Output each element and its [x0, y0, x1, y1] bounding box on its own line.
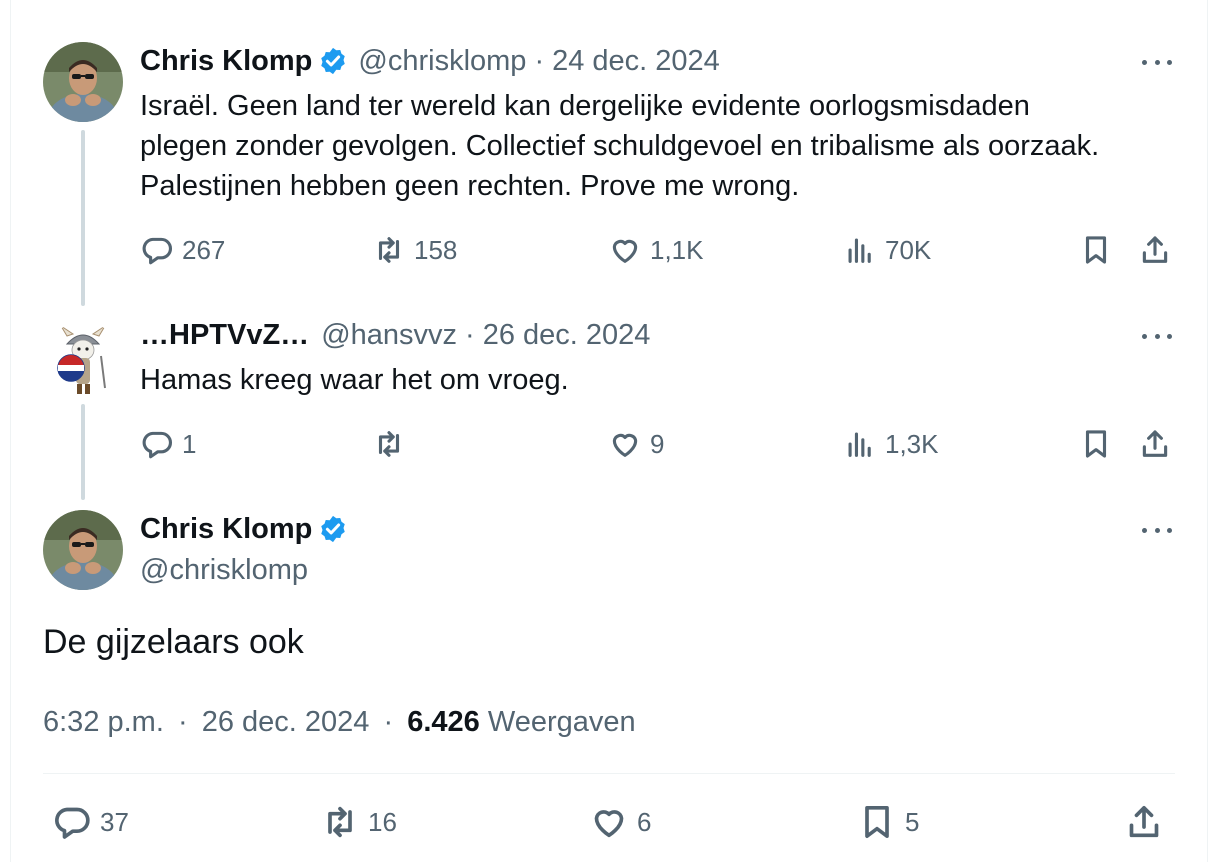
avatar-chrisklomp[interactable] — [43, 42, 123, 122]
reply-icon — [142, 237, 173, 265]
tweet-text-line: plegen zonder gevolgen. Collectief schul… — [140, 130, 1100, 162]
views-icon — [848, 432, 871, 457]
tweet-meta: 6:32 p.m. · 26 dec. 2024 · 6.426 Weergav… — [43, 704, 636, 740]
author-name[interactable]: …HPTVvZ… — [140, 318, 309, 352]
avatar-chrisklomp[interactable] — [43, 510, 123, 590]
like-count: 6 — [637, 806, 652, 837]
tweet-date[interactable]: 26 dec. 2024 — [202, 706, 370, 738]
meta-separator: · — [177, 706, 188, 738]
more-icon — [1142, 527, 1147, 533]
bookmark-button[interactable] — [1079, 233, 1113, 267]
header-separator: · — [465, 319, 475, 351]
divider — [43, 773, 1175, 774]
views-total: 6.426 — [407, 706, 480, 738]
tweet-text-line: Palestijnen hebben geen rechten. Prove m… — [140, 170, 800, 202]
share-button[interactable] — [1138, 427, 1172, 461]
column-border-left — [10, 0, 11, 862]
tweet-text-line: Hamas kreeg waar het om vroeg. — [140, 364, 569, 396]
reply-count: 1 — [182, 428, 197, 459]
heart-icon — [612, 239, 638, 263]
like-count: 1,1K — [650, 234, 704, 265]
author-name[interactable]: Chris Klomp — [140, 512, 312, 546]
avatar-cartoon — [43, 322, 123, 402]
tweet-text-line: Israël. Geen land ter wereld kan dergeli… — [140, 90, 1030, 122]
views-button[interactable]: 70K — [843, 233, 931, 267]
verified-badge-icon — [321, 515, 346, 543]
more-options-button[interactable] — [1140, 52, 1174, 72]
reply-count: 37 — [100, 806, 129, 837]
more-options-button[interactable] — [1140, 326, 1174, 346]
reply-icon — [142, 431, 173, 459]
author-handle[interactable]: @hansvvz — [321, 318, 457, 352]
heart-icon — [594, 810, 624, 838]
thread-connector-line — [81, 404, 85, 500]
repost-icon — [328, 806, 352, 838]
share-icon — [1129, 806, 1159, 838]
repost-button[interactable]: 158 — [372, 233, 457, 267]
like-button[interactable]: 6 — [589, 802, 651, 842]
reply-button[interactable]: 1 — [140, 427, 196, 461]
reply-button[interactable]: 37 — [52, 802, 129, 842]
tweet-date[interactable]: 26 dec. 2024 — [483, 318, 651, 352]
main-tweet-text: De gijzelaars ook — [43, 623, 304, 661]
like-count: 9 — [650, 428, 665, 459]
more-icon — [1142, 333, 1147, 339]
tweet-text: Israël. Geen land ter wereld kan dergeli… — [140, 86, 1099, 206]
avatar-photo — [43, 42, 123, 122]
reply-icon — [55, 807, 90, 839]
views-count: 1,3K — [885, 428, 939, 459]
author-name[interactable]: Chris Klomp — [140, 44, 312, 78]
views-label: Weergaven — [487, 706, 636, 738]
share-button[interactable] — [1124, 802, 1164, 842]
tweet-header: Chris Klomp @chrisklomp · 24 dec. 2024 — [140, 44, 720, 78]
author-handle[interactable]: @chrisklomp — [358, 44, 526, 78]
column-border-right — [1207, 0, 1208, 862]
bookmark-button[interactable] — [1079, 427, 1113, 461]
main-tweet-author: Chris Klomp — [140, 512, 358, 546]
repost-count: 158 — [414, 234, 458, 265]
share-button[interactable] — [1138, 233, 1172, 267]
more-icon — [1142, 59, 1147, 65]
reply-button[interactable]: 267 — [140, 233, 225, 267]
repost-button[interactable] — [372, 427, 414, 461]
bookmark-button[interactable]: 5 — [857, 802, 919, 842]
repost-count: 16 — [368, 806, 397, 837]
thread-connector-line — [81, 130, 85, 306]
more-options-button[interactable] — [1140, 520, 1174, 540]
bookmark-icon — [1085, 430, 1107, 458]
tweet-date[interactable]: 24 dec. 2024 — [552, 44, 720, 78]
avatar-photo — [43, 510, 123, 590]
reply-count: 267 — [182, 234, 226, 265]
share-icon — [1142, 236, 1168, 263]
views-button[interactable]: 1,3K — [843, 427, 939, 461]
repost-button[interactable]: 16 — [320, 802, 397, 842]
tweet-time[interactable]: 6:32 p.m. — [43, 706, 164, 738]
tweet-thread-page: Chris Klomp @chrisklomp · 24 dec. 2024 I… — [0, 0, 1218, 862]
header-separator: · — [534, 45, 545, 77]
bookmark-count: 5 — [905, 806, 920, 837]
heart-icon — [612, 433, 638, 457]
tweet-header: …HPTVvZ… @hansvvz · 26 dec. 2024 — [140, 318, 650, 352]
views-icon — [848, 238, 871, 263]
repost-icon — [378, 237, 400, 263]
views-count: 70K — [885, 234, 932, 265]
bookmark-icon — [1085, 236, 1107, 264]
tweet-text: Hamas kreeg waar het om vroeg. — [140, 360, 569, 400]
like-button[interactable]: 9 — [608, 427, 664, 461]
meta-separator: · — [383, 706, 394, 738]
repost-icon — [378, 431, 400, 457]
verified-badge-icon — [321, 47, 346, 75]
share-icon — [1142, 430, 1168, 457]
bookmark-icon — [865, 806, 889, 838]
avatar-hansvvz[interactable] — [43, 322, 123, 402]
author-handle[interactable]: @chrisklomp — [140, 553, 308, 587]
like-button[interactable]: 1,1K — [608, 233, 704, 267]
